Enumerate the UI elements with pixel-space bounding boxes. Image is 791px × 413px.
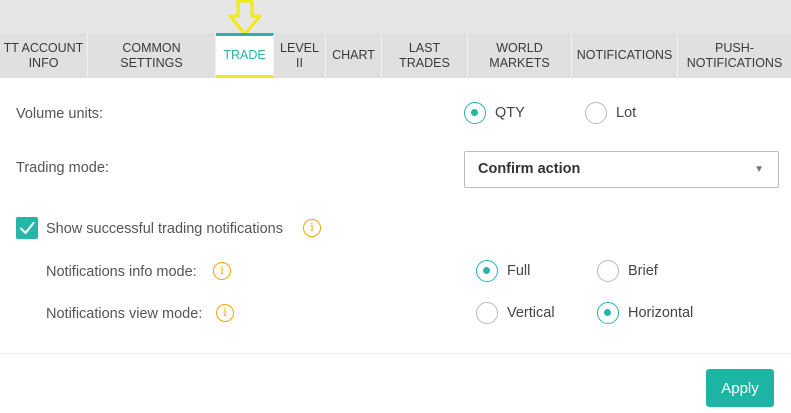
- settings-tabs: TT ACCOUNT INFO COMMON SETTINGS TRADE LE…: [0, 33, 791, 78]
- chevron-down-icon: ▼: [754, 164, 764, 175]
- tab-last-trades[interactable]: LAST TRADES: [382, 33, 468, 78]
- down-arrow-marker: [228, 0, 262, 36]
- info-icon[interactable]: i: [213, 262, 231, 280]
- tab-notifications[interactable]: NOTIFICATIONS: [572, 33, 678, 78]
- info-mode-full-option[interactable]: Full: [476, 260, 530, 282]
- qty-radio-label: QTY: [495, 105, 525, 121]
- tab-chart[interactable]: CHART: [326, 33, 382, 78]
- view-mode-label: Notifications view mode:: [46, 306, 203, 322]
- show-notifications-row: Show successful trading notifications i: [0, 215, 791, 245]
- footer-divider: [0, 353, 791, 354]
- trading-mode-value: Confirm action: [478, 161, 581, 177]
- volume-units-lot-option[interactable]: Lot: [585, 102, 636, 124]
- trading-mode-select[interactable]: Confirm action ▼: [464, 151, 779, 188]
- volume-units-row: Volume units: QTY Lot: [0, 100, 791, 130]
- lot-radio[interactable]: [585, 102, 607, 124]
- info-icon[interactable]: i: [216, 304, 234, 322]
- full-radio-label: Full: [507, 263, 531, 279]
- vertical-radio[interactable]: [476, 302, 498, 324]
- trading-mode-label: Trading mode:: [16, 160, 109, 176]
- brief-radio[interactable]: [597, 260, 619, 282]
- checkmark-icon: [20, 222, 35, 234]
- lot-radio-label: Lot: [616, 105, 637, 121]
- view-mode-vertical-option[interactable]: Vertical: [476, 302, 555, 324]
- info-icon[interactable]: i: [303, 219, 321, 237]
- horizontal-radio-label: Horizontal: [628, 305, 694, 321]
- volume-units-label: Volume units:: [16, 106, 104, 122]
- tab-trade[interactable]: TRADE: [216, 33, 274, 78]
- vertical-radio-label: Vertical: [507, 305, 555, 321]
- tab-tt-account-info[interactable]: TT ACCOUNT INFO: [0, 33, 88, 78]
- info-mode-row: Notifications info mode: i Full Brief: [0, 258, 791, 288]
- full-radio[interactable]: [476, 260, 498, 282]
- info-mode-brief-option[interactable]: Brief: [597, 260, 658, 282]
- tab-level-ii[interactable]: LEVEL II: [274, 33, 326, 78]
- show-notifications-checkbox[interactable]: [16, 217, 38, 239]
- show-notifications-label: Show successful trading notifications: [46, 221, 283, 237]
- view-mode-horizontal-option[interactable]: Horizontal: [597, 302, 693, 324]
- brief-radio-label: Brief: [628, 263, 658, 279]
- top-bar: [0, 0, 791, 33]
- tab-push-notifications[interactable]: PUSH-NOTIFICATIONS: [678, 33, 791, 78]
- tab-common-settings[interactable]: COMMON SETTINGS: [88, 33, 216, 78]
- volume-units-qty-option[interactable]: QTY: [464, 102, 525, 124]
- view-mode-row: Notifications view mode: i Vertical Hori…: [0, 300, 791, 330]
- tab-world-markets[interactable]: WORLD MARKETS: [468, 33, 572, 78]
- qty-radio[interactable]: [464, 102, 486, 124]
- apply-button[interactable]: Apply: [706, 369, 774, 407]
- info-mode-label: Notifications info mode:: [46, 264, 197, 280]
- horizontal-radio[interactable]: [597, 302, 619, 324]
